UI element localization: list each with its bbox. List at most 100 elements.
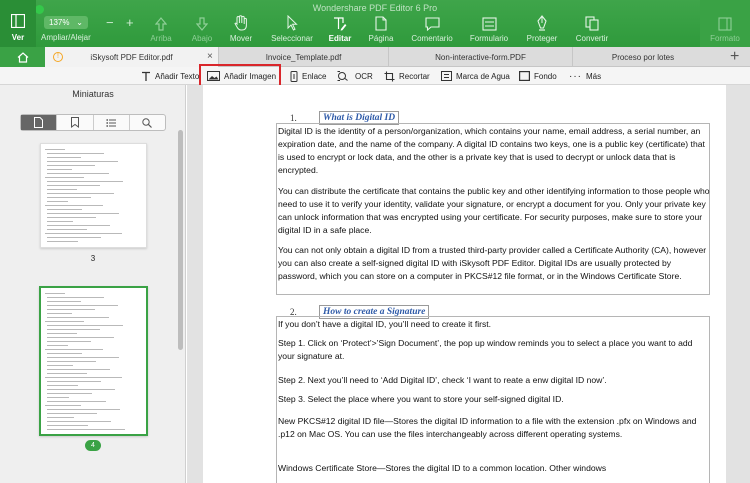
select-label: Seleccionar <box>271 34 313 43</box>
bookmark-icon <box>70 117 79 128</box>
tab-batch-process[interactable]: Proceso por lotes <box>573 47 713 67</box>
protect-label: Proteger <box>526 34 558 43</box>
watermark-button[interactable]: Marca de Agua <box>441 67 510 85</box>
page-label: Página <box>368 34 394 43</box>
edit-toolbar: Añadir Texto Añadir Imagen Enlace OCR Re… <box>0 67 750 85</box>
thumbnail-text-line <box>47 393 92 394</box>
page-icon <box>34 117 44 128</box>
thumbnail-text-line <box>47 353 82 354</box>
paragraph[interactable]: If you don’t have a digital ID, you’ll n… <box>278 318 710 331</box>
thumbnail-text-line <box>47 213 119 214</box>
paragraph[interactable]: Digital ID is the identity of a person/o… <box>278 125 710 177</box>
paragraph[interactable]: Windows Certificate Store—Stores the dig… <box>278 462 710 475</box>
thumbnail-text-line <box>47 193 114 194</box>
zoom-value: 137% <box>49 18 70 27</box>
search-tab[interactable] <box>130 115 165 130</box>
paragraph[interactable]: New PKCS#12 digital ID file—Stores the d… <box>278 415 710 441</box>
tab-label: Proceso por lotes <box>611 52 675 62</box>
move-button[interactable]: Mover <box>217 14 265 43</box>
view-button[interactable]: Ver <box>0 0 36 47</box>
home-button[interactable] <box>0 47 45 67</box>
zoom-select[interactable]: 137% ⌄ <box>44 16 88 29</box>
thumbnail-page-4[interactable] <box>39 286 148 436</box>
thumbnail-text-line <box>45 405 81 406</box>
thumbnail-text-line <box>47 421 111 422</box>
tab-iskysoft-pdf-editor[interactable]: ! iSkysoft PDF Editor.pdf × <box>45 47 219 67</box>
main-toolbar: Wondershare PDF Editor 6 Pro Ver 137% ⌄ … <box>0 0 750 47</box>
link-button[interactable]: Enlace <box>290 67 326 85</box>
thumbnail-text-line <box>47 217 96 218</box>
document-scrollbar[interactable] <box>742 87 747 481</box>
add-text-button[interactable]: Añadir Texto <box>141 67 199 85</box>
view-icon <box>11 14 25 28</box>
document-view: 1. What is Digital ID Digital ID is the … <box>187 85 750 483</box>
thumbnail-text-line <box>47 373 87 374</box>
form-button[interactable]: Formulario <box>465 14 513 43</box>
watermark-icon <box>441 71 452 81</box>
home-icon <box>17 51 28 63</box>
paragraph[interactable]: Step 1. Click on ‘Protect’>’Sign Documen… <box>278 337 710 363</box>
close-tab-icon[interactable]: × <box>207 51 213 62</box>
tab-label: Non-interactive-form.PDF <box>435 52 526 62</box>
thumbnail-text-line <box>45 149 65 150</box>
thumbnail-text-line <box>47 169 72 170</box>
thumbnail-text-line <box>47 417 74 418</box>
thumbnail-text-line <box>47 329 100 330</box>
tab-non-interactive-form[interactable]: Non-interactive-form.PDF <box>389 47 573 67</box>
select-button[interactable]: Seleccionar <box>268 14 316 43</box>
thumbnail-text-line <box>47 197 91 198</box>
thumbnail-text-line <box>47 181 123 182</box>
thumbnail-text-line <box>47 365 73 366</box>
tab-label: iSkysoft PDF Editor.pdf <box>90 52 173 62</box>
thumbnail-text-line <box>47 341 91 342</box>
ocr-icon <box>337 71 348 81</box>
link-label: Enlace <box>302 71 327 81</box>
sidebar-scrollbar[interactable] <box>178 130 183 350</box>
protect-button[interactable]: Proteger <box>518 14 566 43</box>
thumbnail-text-line <box>45 293 65 294</box>
thumbnails-tab[interactable] <box>21 115 58 130</box>
bookmarks-tab[interactable] <box>57 115 94 130</box>
thumbnail-text-line <box>45 205 103 206</box>
thumbnail-text-line <box>47 337 114 338</box>
add-tab-button[interactable]: + <box>730 48 739 66</box>
thumbnail-page-3[interactable] <box>40 143 147 248</box>
ocr-label: OCR <box>355 71 373 81</box>
arrow-down-icon <box>196 17 208 31</box>
pen-icon <box>537 15 547 31</box>
page-button[interactable]: Página <box>357 14 405 43</box>
thumbnail-text-line <box>45 377 122 378</box>
chevron-down-icon: ⌄ <box>76 18 83 27</box>
thumbnail-text-line <box>47 201 68 202</box>
zoom-window-button[interactable] <box>35 5 44 14</box>
comment-icon <box>424 17 440 31</box>
thumbnail-text-line <box>47 301 81 302</box>
thumbnail-text-line <box>45 349 103 350</box>
crop-button[interactable]: Recortar <box>384 67 430 85</box>
convert-button[interactable]: Convertir <box>568 14 616 43</box>
comment-button[interactable]: Comentario <box>408 14 456 43</box>
list-icon <box>106 118 117 127</box>
zoom-in-button[interactable]: + <box>126 16 134 29</box>
crop-icon <box>384 71 395 81</box>
sidebar-tabs <box>20 114 166 131</box>
more-button[interactable]: ··· Más <box>569 67 601 85</box>
zoom-out-button[interactable]: − <box>106 16 114 29</box>
move-label: Mover <box>229 34 253 43</box>
thumbnail-text-line <box>47 317 109 318</box>
thumbnail-text-line <box>47 425 88 426</box>
paragraph[interactable]: You can distribute the certificate that … <box>278 185 710 237</box>
thumbnail-text-line <box>47 401 106 402</box>
background-button[interactable]: Fondo <box>519 67 557 85</box>
thumbnail-text-line <box>45 321 84 322</box>
paragraph[interactable]: Step 3. Select the place where you want … <box>278 393 710 406</box>
list-tab[interactable] <box>94 115 130 130</box>
format-panel-button[interactable]: Formato <box>700 0 750 47</box>
view-label: Ver <box>11 33 25 42</box>
paragraph[interactable]: You can not only obtain a digital ID fro… <box>278 244 710 283</box>
pdf-page: 1. What is Digital ID Digital ID is the … <box>203 85 726 483</box>
format-icon <box>718 17 732 31</box>
paragraph[interactable]: Step 2. Next you’ll need to ‘Add Digital… <box>278 374 710 387</box>
arrow-up-icon <box>155 17 167 31</box>
ocr-button[interactable]: OCR <box>337 67 373 85</box>
